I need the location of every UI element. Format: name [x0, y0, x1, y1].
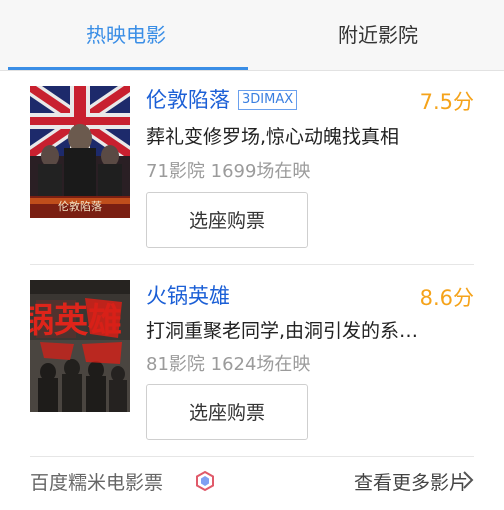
divider: [30, 456, 474, 457]
movie-title[interactable]: 伦敦陷落: [146, 84, 230, 114]
nuomi-logo-icon: [196, 470, 214, 492]
chevron-right-icon[interactable]: [462, 470, 474, 490]
footer: 百度糯米电影票 查看更多影片: [0, 458, 504, 510]
movie-showing-stats: 71影院 1699场在映: [146, 161, 311, 182]
view-more-movies-link[interactable]: 查看更多影片: [354, 468, 468, 495]
movie-score: 8.6分: [419, 286, 474, 310]
movie-poster[interactable]: 火锅英雄: [30, 280, 130, 412]
tab-nearby-cinemas[interactable]: 附近影院: [252, 0, 504, 70]
buy-ticket-button[interactable]: 选座购票: [146, 192, 308, 248]
movie-item: 伦敦陷落 伦敦陷落 3DIMAX 7.5分 葬礼变修罗场,惊心动魄找真相 71影…: [0, 70, 504, 260]
movie-description: 葬礼变修罗场,惊心动魄找真相: [146, 126, 400, 148]
tab-bar: 热映电影 附近影院: [0, 0, 504, 71]
movie-score: 7.5分: [419, 90, 474, 114]
movie-title[interactable]: 火锅英雄: [146, 280, 230, 310]
movie-showing-stats: 81影院 1624场在映: [146, 354, 311, 375]
format-tag: 3DIMAX: [238, 90, 298, 110]
movie-description: 打洞重聚老同学,由洞引发的系…: [146, 320, 419, 342]
london-has-fallen-poster-image: 伦敦陷落: [30, 86, 130, 218]
movie-item: 火锅英雄 火锅英雄 8.6分 打洞重聚老同学,由洞引发的系… 81影院 1624…: [0, 264, 504, 454]
poster-title-text: 伦敦陷落: [58, 199, 102, 213]
tab-now-showing[interactable]: 热映电影: [0, 0, 252, 70]
chongqing-hot-pot-poster-image: 火锅英雄: [30, 280, 130, 412]
buy-ticket-button[interactable]: 选座购票: [146, 384, 308, 440]
brand-label: 百度糯米电影票: [30, 472, 164, 494]
movie-poster[interactable]: 伦敦陷落: [30, 86, 130, 218]
